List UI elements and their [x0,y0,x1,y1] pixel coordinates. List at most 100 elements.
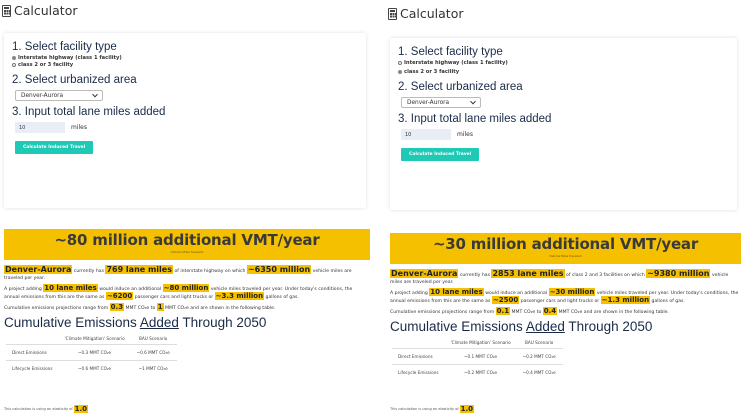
urbanized-area-value: Denver-Aurora [407,99,450,106]
elasticity-note: This calculation is using an elasticity … [4,405,89,413]
calculate-induced-travel-button[interactable]: Calculate Induced Travel [15,141,94,154]
lane-miles-input[interactable] [15,122,65,133]
table-header: BAU Scenario [525,340,554,345]
text: currently has [459,273,490,278]
table-cell: ~0.1 MMT CO₂e [445,348,516,365]
facility-option-label: class 2 or 3 facility [404,68,460,75]
elasticity-value: 1.0 [73,405,89,413]
max-emissions-highlight: 1 [156,303,164,311]
table-cell: ~0.2 MMT CO₂e [515,348,563,365]
lane-miles-input[interactable] [401,129,451,140]
added-miles-highlight: 10 lane miles [429,288,484,296]
facility-option-label: class 2 or 3 facility [18,61,74,68]
area-highlight: Denver-Aurora [4,265,73,274]
vmt-highlight: ~6350 million [246,265,312,274]
text: of interstate highway on which [174,269,246,274]
added-miles-highlight: 10 lane miles [43,284,98,292]
facility-option-class23[interactable]: class 2 or 3 facility [12,61,358,68]
radio-selected-icon[interactable] [12,55,16,60]
app-title-text: Calculator [14,3,78,18]
results-section: Denver-Aurora currently has 769 lane mil… [4,265,368,376]
text: passenger cars and light trucks or [134,295,214,300]
emissions-table: 'Climate Mitigation' Scenario BAU Scenar… [6,333,177,376]
text: Cumulative emissions projections range f… [4,306,109,311]
result-paragraph-1: Denver-Aurora currently has 769 lane mil… [4,265,368,282]
elasticity-text: This calculation is using an elasticity … [4,407,73,411]
radio-unselected-icon[interactable] [12,62,16,67]
table-cell: ~0.6 MMT CO₂e [59,360,130,376]
input-card: 1. Select facility type Interstate highw… [390,38,737,210]
facility-option-class23[interactable]: class 2 or 3 facility [398,68,729,75]
text: gallons of gas. [651,299,685,304]
vmt-result-banner: ~30 million additional VMT/year (Vehicle… [390,233,741,264]
cars-highlight: ~6200 [105,292,134,300]
table-cell: ~0.4 MMT CO₂e [515,364,563,380]
induced-vmt-highlight: ~30 million [548,288,596,296]
left-calculator-panel: Calculator 1. Select facility type Inter… [0,0,370,418]
table-cell: ~1 MMT CO₂e [129,360,177,376]
vmt-result-main: ~80 million additional VMT/year [54,231,320,249]
elasticity-text: This calculation is using an elasticity … [390,407,459,411]
step3-title: 3. Input total lane miles added [398,113,552,125]
app-title: Calculator [388,6,463,21]
app-title: Calculator [2,3,77,18]
emissions-table: 'Climate Mitigation' Scenario BAU Scenar… [392,337,563,380]
title-underlined: Added [525,319,565,334]
table-cell: Direct Emissions [6,344,60,361]
app-title-text: Calculator [400,6,464,21]
induced-vmt-highlight: ~80 million [162,284,210,292]
step3-title: 3. Input total lane miles added [12,106,166,118]
table-row: Lifecycle Emissions ~0.6 MMT CO₂e ~1 MMT… [6,360,177,376]
text: A project adding [390,291,428,296]
vmt-result-main: ~30 million additional VMT/year [432,235,699,253]
table-row: Lifecycle Emissions ~0.2 MMT CO₂e ~0.4 M… [392,364,563,380]
max-emissions-highlight: 0.4 [542,307,558,315]
step1-title: 1. Select facility type [12,41,117,53]
urbanized-area-select[interactable]: Denver-Aurora [15,90,103,101]
table-row: Direct Emissions ~0.3 MMT CO₂e ~0.6 MMT … [6,344,177,361]
step2-title: 2. Select urbanized area [398,81,523,93]
calculator-icon [388,7,397,20]
table-cell: ~0.3 MMT CO₂e [59,344,130,361]
table-cell: Lifecycle Emissions [6,360,60,376]
lane-miles-unit: miles [71,124,87,131]
facility-option-interstate[interactable]: Interstate highway (class 1 facility) [12,54,358,61]
facility-option-label: Interstate highway (class 1 facility) [18,54,122,61]
right-calculator-panel: Calculator 1. Select facility type Inter… [386,0,741,418]
step1-title: 1. Select facility type [398,46,503,58]
lane-miles-row: miles [401,129,729,140]
min-emissions-highlight: 0.1 [495,307,511,315]
text: A project adding [4,287,42,292]
table-cell: ~0.2 MMT CO₂e [445,364,516,380]
result-paragraph-3: Cumulative emissions projections range f… [4,303,368,312]
input-card: 1. Select facility type Interstate highw… [4,33,366,208]
table-header: 'Climate Mitigation' Scenario [64,336,125,341]
urbanized-area-value: Denver-Aurora [21,92,64,99]
table-header [392,337,446,349]
text: MMT CO₂e and are shown in the following … [558,310,669,315]
vmt-highlight: ~9380 million [646,269,711,278]
text: Cumulative emissions projections range f… [390,310,495,315]
cumulative-emissions-title: Cumulative Emissions Added Through 2050 [390,319,739,334]
radio-selected-icon[interactable] [398,69,402,74]
chevron-down-icon [92,91,98,97]
elasticity-value: 1.0 [459,405,475,413]
table-row: Direct Emissions ~0.1 MMT CO₂e ~0.2 MMT … [392,348,563,365]
lane-miles-row: miles [15,122,358,133]
cars-highlight: ~2500 [491,296,520,304]
title-part: Through 2050 [564,319,653,334]
min-emissions-highlight: 0.3 [109,303,125,311]
gas-highlight: ~3.3 million [214,292,265,300]
urbanized-area-select[interactable]: Denver-Aurora [401,97,481,108]
lane-miles-highlight: 769 lane miles [105,265,173,274]
table-header [6,333,60,345]
facility-option-label: Interstate highway (class 1 facility) [404,59,508,66]
calculate-induced-travel-button[interactable]: Calculate Induced Travel [401,148,480,161]
table-header: BAU Scenario [139,336,168,341]
results-section: Denver-Aurora currently has 2853 lane mi… [390,269,739,380]
cumulative-emissions-title: Cumulative Emissions Added Through 2050 [4,315,368,330]
step2-title: 2. Select urbanized area [12,74,137,86]
radio-unselected-icon[interactable] [398,60,402,65]
chevron-down-icon [470,98,476,104]
facility-option-interstate[interactable]: Interstate highway (class 1 facility) [398,59,729,66]
